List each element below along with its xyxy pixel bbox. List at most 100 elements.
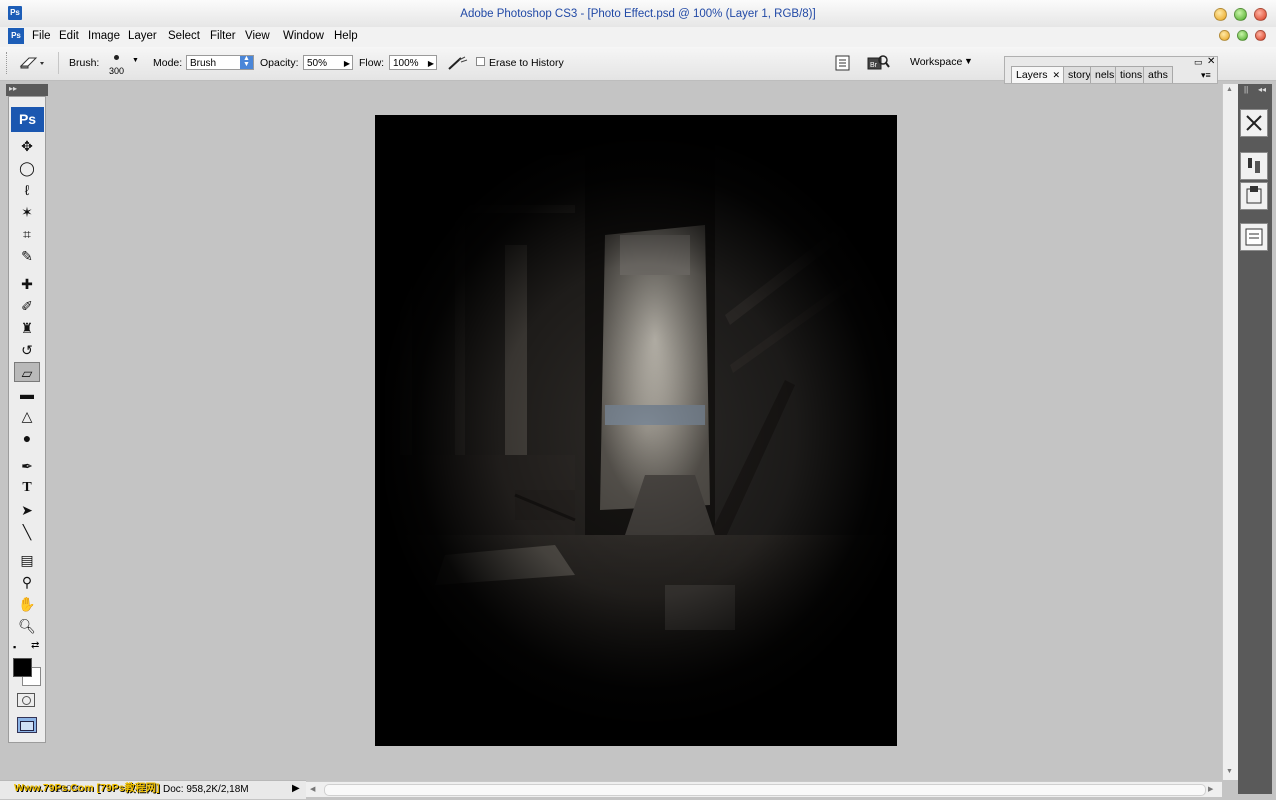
clone-source-button[interactable] bbox=[1240, 182, 1268, 210]
document-info: Doc: 958,2K/2,18M bbox=[163, 784, 249, 795]
separator bbox=[58, 52, 59, 74]
zoom-icon[interactable]: 🔍︎ bbox=[14, 616, 40, 636]
menu-edit[interactable]: Edit bbox=[57, 29, 81, 43]
history-brush-icon[interactable]: ↺ bbox=[14, 340, 40, 360]
updown-arrows-icon: ▲ ▼ bbox=[240, 55, 253, 69]
maximize-button[interactable] bbox=[1234, 8, 1247, 21]
status-menu-arrow-icon[interactable]: ▶ bbox=[292, 783, 300, 794]
scroll-left-arrow-icon[interactable]: ◀ bbox=[310, 785, 315, 793]
arrow-right-icon[interactable]: ▶ bbox=[428, 56, 434, 71]
panel-minimize-icon[interactable]: ▭ bbox=[1194, 57, 1203, 68]
bridge-icon: Br bbox=[867, 55, 890, 70]
menu-window[interactable]: Window bbox=[281, 29, 326, 43]
scroll-down-arrow-icon[interactable]: ▼ bbox=[1226, 768, 1233, 775]
lasso-icon[interactable]: ℓ bbox=[14, 180, 40, 200]
minimize-button[interactable] bbox=[1214, 8, 1227, 21]
collapse-icon[interactable]: ▸▸ bbox=[9, 84, 17, 93]
move-icon[interactable]: ✥ bbox=[14, 136, 40, 156]
crop-icon[interactable]: ⌗ bbox=[14, 224, 40, 244]
scroll-up-arrow-icon[interactable]: ▲ bbox=[1226, 86, 1233, 93]
clone-stamp-icon[interactable]: ♜ bbox=[14, 318, 40, 338]
navigator-button[interactable] bbox=[1240, 223, 1268, 251]
screen-mode-icon bbox=[20, 721, 34, 731]
brush-picker[interactable]: 300 ▼ bbox=[108, 53, 142, 77]
hand-icon[interactable]: ✋ bbox=[14, 594, 40, 614]
healing-brush-icon[interactable]: ✚ bbox=[14, 274, 40, 294]
doc-minimize-button[interactable] bbox=[1219, 30, 1230, 41]
close-icon[interactable]: ✕ bbox=[1052, 70, 1060, 80]
eraser-icon[interactable]: ▱ bbox=[14, 362, 40, 382]
magic-wand-icon[interactable]: ✶ bbox=[14, 202, 40, 222]
flow-value: 100% bbox=[393, 58, 419, 69]
marquee-icon[interactable]: ◯ bbox=[14, 158, 40, 178]
default-colors-icon[interactable]: ▪ bbox=[13, 642, 16, 652]
vertical-scrollbar[interactable]: ▲ ▼ bbox=[1222, 84, 1238, 780]
ps-logo[interactable]: Ps bbox=[11, 107, 44, 132]
erase-to-history-checkbox[interactable] bbox=[476, 57, 485, 66]
tab-layers-label: Layers bbox=[1016, 69, 1048, 81]
document-icon[interactable]: Ps bbox=[8, 28, 24, 44]
vignette-overlay bbox=[375, 115, 897, 746]
window-title: Adobe Photoshop CS3 - [Photo Effect.psd … bbox=[460, 8, 816, 20]
line-icon[interactable]: ╲ bbox=[14, 522, 40, 542]
menu-image[interactable]: Image bbox=[86, 29, 122, 43]
scroll-thumb[interactable] bbox=[324, 784, 1206, 796]
slice-icon[interactable]: ✎ bbox=[14, 246, 40, 266]
tab-layers[interactable]: Layers ✕ bbox=[1011, 66, 1065, 83]
tab-paths[interactable]: aths bbox=[1143, 66, 1173, 83]
menu-filter[interactable]: Filter bbox=[208, 29, 238, 43]
dodge-icon[interactable]: ● bbox=[14, 428, 40, 448]
canvas-image[interactable] bbox=[375, 115, 897, 746]
menu-file[interactable]: File bbox=[30, 29, 53, 43]
menu-select[interactable]: Select bbox=[166, 29, 202, 43]
tab-paths-label: aths bbox=[1148, 69, 1168, 81]
bridge-button[interactable]: Br bbox=[867, 53, 891, 73]
scroll-right-arrow-icon[interactable]: ▶ bbox=[1208, 785, 1213, 793]
arrow-right-icon[interactable]: ▶ bbox=[344, 56, 350, 71]
panel-close-icon[interactable]: ✕ bbox=[1207, 56, 1215, 67]
palette-button[interactable] bbox=[834, 54, 852, 72]
brush-icon[interactable]: ✐ bbox=[14, 296, 40, 316]
menu-help[interactable]: Help bbox=[332, 29, 360, 43]
tab-actions-label: tions bbox=[1120, 69, 1143, 81]
quick-mask-icon bbox=[21, 696, 31, 705]
tool-preset-picker[interactable] bbox=[18, 54, 46, 72]
tools-panel-header[interactable]: ▸▸ bbox=[6, 84, 48, 96]
gradient-icon[interactable]: ▬ bbox=[14, 384, 40, 404]
flow-field[interactable]: 100% ▶ bbox=[389, 55, 437, 70]
options-grip[interactable] bbox=[6, 52, 10, 74]
dock-grip-icon[interactable]: || bbox=[1244, 85, 1248, 94]
pen-icon[interactable]: ✒ bbox=[14, 456, 40, 476]
type-icon[interactable]: T bbox=[14, 478, 40, 498]
horizontal-scrollbar[interactable]: ◀ ▶ bbox=[306, 781, 1222, 797]
panel-dock: ▭ ✕ Layers ✕ story nels tions aths ▾≡ bbox=[1004, 56, 1218, 84]
clone-source-icon bbox=[1246, 186, 1262, 204]
blur-icon[interactable]: △ bbox=[14, 406, 40, 426]
status-bar: 100% Www.79Ps.Com [79Ps教程网] Doc: 958,2K/… bbox=[0, 780, 306, 799]
right-panel-dock: || ◂◂ bbox=[1238, 84, 1272, 794]
close-button[interactable] bbox=[1254, 8, 1267, 21]
chevron-down-icon: ▼ bbox=[132, 57, 139, 64]
mode-select[interactable]: Brush ▲ ▼ bbox=[186, 55, 254, 70]
collapse-icon[interactable]: ◂◂ bbox=[1258, 85, 1266, 94]
quick-mask-button[interactable] bbox=[17, 693, 35, 707]
swap-colors-icon[interactable]: ⇄ bbox=[31, 640, 39, 651]
watermark-text: Www.79Ps.Com [79Ps教程网] bbox=[14, 782, 160, 794]
eyedropper-icon[interactable]: ⚲ bbox=[14, 572, 40, 592]
foreground-color-swatch[interactable] bbox=[13, 658, 32, 677]
panel-menu-icon[interactable]: ▾≡ bbox=[1201, 70, 1211, 81]
brushes-button[interactable] bbox=[1240, 152, 1268, 180]
brush-size: 300 bbox=[109, 66, 125, 76]
workspace-menu[interactable]: Workspace ▼ bbox=[903, 55, 983, 69]
doc-close-button[interactable] bbox=[1255, 30, 1266, 41]
notes-icon[interactable]: ▤ bbox=[14, 550, 40, 570]
path-selection-icon[interactable]: ➤ bbox=[14, 500, 40, 520]
screen-mode-button[interactable] bbox=[17, 717, 37, 733]
tool-presets-button[interactable] bbox=[1240, 109, 1268, 137]
svg-text:Br: Br bbox=[870, 62, 878, 69]
menu-view[interactable]: View bbox=[243, 29, 272, 43]
menu-layer[interactable]: Layer bbox=[126, 29, 159, 43]
doc-restore-button[interactable] bbox=[1237, 30, 1248, 41]
airbrush-button[interactable] bbox=[447, 54, 469, 72]
opacity-field[interactable]: 50% ▶ bbox=[303, 55, 353, 70]
